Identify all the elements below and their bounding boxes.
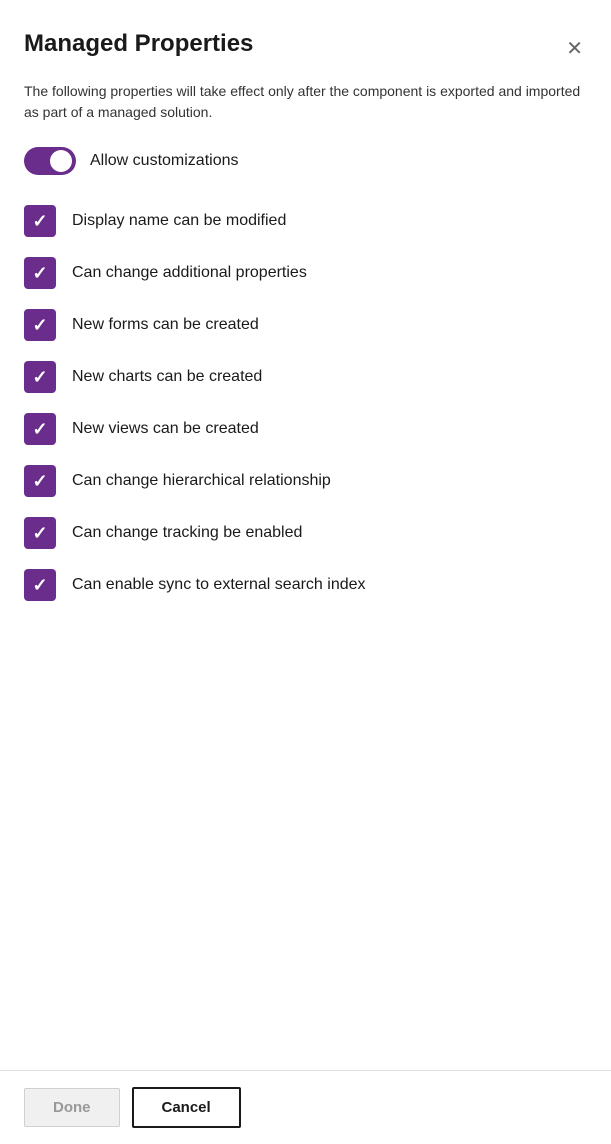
dialog-header: Managed Properties ✕ <box>24 28 587 65</box>
check-icon: ✓ <box>32 524 47 542</box>
checkbox-label-additional-props: Can change additional properties <box>72 264 307 282</box>
checkbox-new-forms[interactable]: ✓ <box>24 309 56 341</box>
checkbox-sync-external[interactable]: ✓ <box>24 569 56 601</box>
checkbox-list: ✓ Display name can be modified ✓ Can cha… <box>24 195 587 611</box>
close-button[interactable]: ✕ <box>562 32 587 65</box>
check-icon: ✓ <box>32 576 47 594</box>
checkbox-label-tracking: Can change tracking be enabled <box>72 524 302 542</box>
checkbox-hierarchical[interactable]: ✓ <box>24 465 56 497</box>
dialog-content: Managed Properties ✕ The following prope… <box>0 0 611 1070</box>
checkbox-label-sync-external: Can enable sync to external search index <box>72 576 366 594</box>
check-icon: ✓ <box>32 264 47 282</box>
checkbox-row-sync-external: ✓ Can enable sync to external search ind… <box>24 559 587 611</box>
checkbox-row-additional-props: ✓ Can change additional properties <box>24 247 587 299</box>
checkbox-row-new-forms: ✓ New forms can be created <box>24 299 587 351</box>
checkbox-label-new-views: New views can be created <box>72 420 259 438</box>
dialog-description: The following properties will take effec… <box>24 81 587 123</box>
checkbox-label-new-charts: New charts can be created <box>72 368 262 386</box>
managed-properties-dialog: Managed Properties ✕ The following prope… <box>0 0 611 1144</box>
dialog-footer: Done Cancel <box>0 1070 611 1144</box>
check-icon: ✓ <box>32 420 47 438</box>
check-icon: ✓ <box>32 472 47 490</box>
toggle-thumb <box>50 150 72 172</box>
done-button[interactable]: Done <box>24 1088 120 1127</box>
cancel-button[interactable]: Cancel <box>132 1087 241 1128</box>
check-icon: ✓ <box>32 368 47 386</box>
checkbox-row-tracking: ✓ Can change tracking be enabled <box>24 507 587 559</box>
allow-customizations-row: Allow customizations <box>24 147 587 175</box>
toggle-track <box>24 147 76 175</box>
toggle-label: Allow customizations <box>90 152 239 170</box>
checkbox-tracking[interactable]: ✓ <box>24 517 56 549</box>
checkbox-new-views[interactable]: ✓ <box>24 413 56 445</box>
checkbox-display-name[interactable]: ✓ <box>24 205 56 237</box>
allow-customizations-toggle[interactable] <box>24 147 76 175</box>
checkbox-label-hierarchical: Can change hierarchical relationship <box>72 472 331 490</box>
checkbox-row-new-charts: ✓ New charts can be created <box>24 351 587 403</box>
checkbox-new-charts[interactable]: ✓ <box>24 361 56 393</box>
dialog-title: Managed Properties <box>24 28 253 59</box>
checkbox-label-new-forms: New forms can be created <box>72 316 259 334</box>
checkbox-label-display-name: Display name can be modified <box>72 212 286 230</box>
checkbox-row-new-views: ✓ New views can be created <box>24 403 587 455</box>
checkbox-row-hierarchical: ✓ Can change hierarchical relationship <box>24 455 587 507</box>
checkbox-row-display-name: ✓ Display name can be modified <box>24 195 587 247</box>
check-icon: ✓ <box>32 316 47 334</box>
check-icon: ✓ <box>32 212 47 230</box>
checkbox-additional-props[interactable]: ✓ <box>24 257 56 289</box>
